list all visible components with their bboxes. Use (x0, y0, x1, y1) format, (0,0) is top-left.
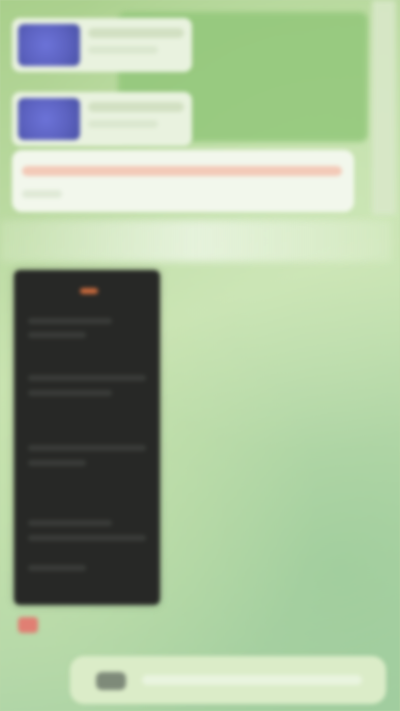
screenshot-content-line (28, 520, 112, 526)
media-title (88, 28, 184, 38)
video-thumbnail-icon[interactable] (18, 24, 80, 66)
screenshot-image-message[interactable] (14, 270, 160, 605)
reaction-icon[interactable] (18, 617, 38, 633)
media-title (88, 102, 184, 112)
screenshot-content-line (28, 460, 86, 466)
message-input[interactable] (142, 675, 362, 685)
message-composer[interactable] (70, 656, 386, 704)
screenshot-content-line (28, 565, 86, 571)
screenshot-content-line (28, 375, 146, 381)
screenshot-content-line (28, 318, 112, 324)
scrollbar-track[interactable] (372, 0, 396, 215)
date-separator (0, 220, 392, 262)
screenshot-accent-mark (80, 288, 98, 294)
screenshot-content-line (28, 445, 146, 451)
screenshot-content-line (28, 390, 112, 396)
media-message-1[interactable] (12, 18, 192, 72)
media-subtitle (88, 46, 158, 54)
media-subtitle (88, 120, 158, 128)
screenshot-content-line (28, 535, 146, 541)
message-timestamp (22, 190, 62, 198)
attachment-icon[interactable] (96, 672, 126, 690)
message-text (22, 166, 342, 176)
text-message-bubble[interactable] (12, 150, 354, 212)
screenshot-content-line (28, 332, 86, 338)
video-thumbnail-icon[interactable] (18, 98, 80, 140)
media-message-2[interactable] (12, 92, 192, 146)
